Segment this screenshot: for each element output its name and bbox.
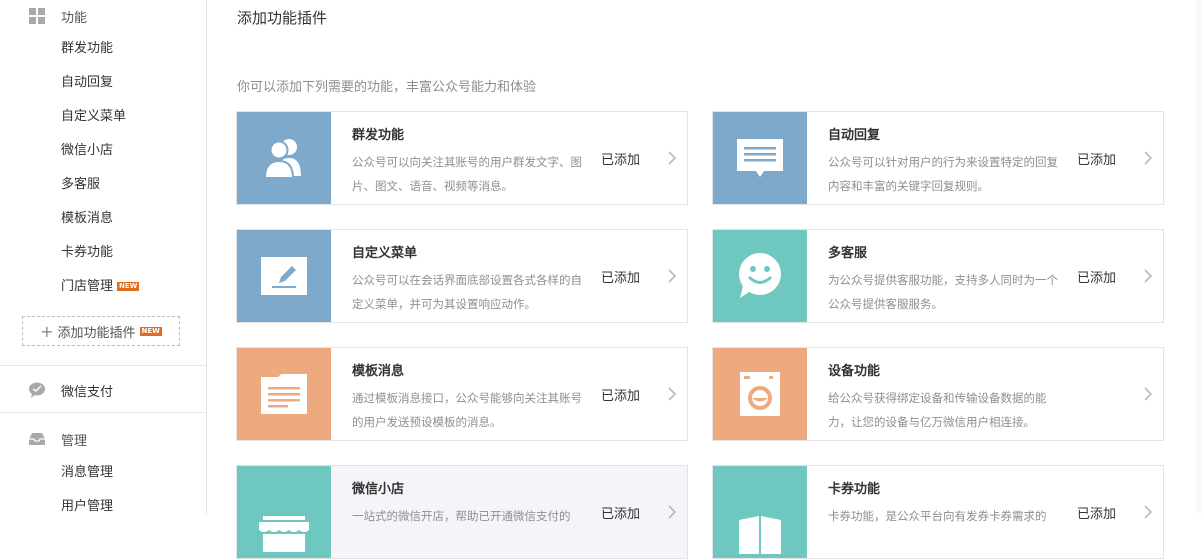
- plugin-description: 公众号可以针对用户的行为来设置特定的回复内容和丰富的关键字回复规则。: [828, 155, 1058, 193]
- inbox-icon: [29, 433, 45, 445]
- section-manage-title: 管理: [61, 433, 88, 449]
- plus-icon: +: [40, 321, 54, 341]
- sidebar-item-wechat-pay[interactable]: 微信支付: [0, 378, 206, 402]
- sidebar-item-template-message[interactable]: 模板消息: [61, 209, 113, 229]
- sidebar-item-label: 自动回复: [61, 75, 114, 90]
- sidebar-item-customer-service[interactable]: 多客服: [61, 175, 100, 195]
- plugin-description: 给公众号获得绑定设备和传输设备数据的能力，让您的设备与亿万微信用户相连接。: [828, 391, 1047, 429]
- page-subtitle: 你可以添加下列需要的功能，丰富公众号能力和体验: [237, 80, 537, 95]
- document-icon: [261, 374, 307, 414]
- plugin-thumb: [237, 466, 331, 558]
- smiley-chat-icon: [739, 253, 781, 298]
- section-features-title: 功能: [61, 10, 88, 26]
- sidebar-item-label: 门店管理: [61, 279, 114, 294]
- plugin-description: 一站式的微信开店，帮助已开通微信支付的: [352, 509, 571, 523]
- add-plugin-label: 添加功能插件: [57, 325, 136, 341]
- plugin-thumb: [237, 112, 331, 204]
- plugin-status: 已添加: [1077, 153, 1117, 168]
- plugin-title: 多客服: [828, 246, 868, 261]
- plugin-title: 自定义菜单: [352, 246, 418, 261]
- new-badge: NEW: [139, 326, 162, 336]
- plugin-card-auto-reply[interactable]: 自动回复 公众号可以针对用户的行为来设置特定的回复内容和丰富的关键字回复规则。 …: [712, 111, 1164, 205]
- sidebar-item-user-management[interactable]: 用户管理: [61, 497, 113, 517]
- users-icon: [263, 139, 301, 179]
- plugin-status: 已添加: [601, 271, 641, 286]
- chevron-right-icon: [668, 505, 677, 519]
- sidebar-item-label: 用户管理: [61, 499, 114, 514]
- plugin-card-wechat-shop[interactable]: 微信小店 一站式的微信开店，帮助已开通微信支付的 已添加: [236, 465, 688, 559]
- page-title: 添加功能插件: [237, 9, 328, 27]
- chat-bubble-icon: [29, 382, 45, 398]
- plugin-card-device[interactable]: 设备功能 给公众号获得绑定设备和传输设备数据的能力，让您的设备与亿万微信用户相连…: [712, 347, 1164, 441]
- plugin-thumb: [713, 230, 807, 322]
- plugin-description: 通过模板消息接口，公众号能够向关注其账号的用户发送预设模板的消息。: [352, 391, 582, 429]
- sidebar-divider: [0, 412, 206, 413]
- sidebar-divider: [0, 365, 206, 366]
- chevron-right-icon: [668, 151, 677, 165]
- sidebar-item-auto-reply[interactable]: 自动回复: [61, 73, 113, 93]
- chevron-right-icon: [1144, 151, 1153, 165]
- plugin-status: 已添加: [1077, 507, 1117, 522]
- plugin-status: 已添加: [1077, 271, 1117, 286]
- plugin-thumb: [713, 466, 807, 558]
- plugin-title: 模板消息: [352, 364, 405, 379]
- sidebar-item-label: 模板消息: [61, 211, 114, 226]
- sidebar-item-wechat-shop[interactable]: 微信小店: [61, 141, 113, 161]
- plugin-thumb: [237, 348, 331, 440]
- sidebar-item-label: 多客服: [61, 177, 101, 192]
- plugin-status: 已添加: [601, 507, 641, 522]
- plugin-title: 卡券功能: [828, 482, 881, 497]
- plugin-title: 群发功能: [352, 128, 405, 143]
- plugin-title: 微信小店: [352, 482, 405, 497]
- plugin-thumb: [713, 348, 807, 440]
- wechat-pay-label: 微信支付: [61, 384, 114, 400]
- plugin-card-custom-menu[interactable]: 自定义菜单 公众号可以在会话界面底部设置各式各样的自定义菜单，并可为其设置响应动…: [236, 229, 688, 323]
- sidebar-item-mass-send[interactable]: 群发功能: [61, 39, 113, 59]
- sidebar-item-coupons[interactable]: 卡券功能: [61, 243, 113, 263]
- plugin-thumb: [713, 112, 807, 204]
- add-plugin-button[interactable]: + 添加功能插件 NEW: [22, 316, 180, 346]
- sidebar-item-message-management[interactable]: 消息管理: [61, 463, 113, 483]
- plugin-status: 已添加: [601, 389, 641, 404]
- sidebar-item-store-management[interactable]: 门店管理 NEW: [61, 277, 140, 297]
- sidebar: 功能 群发功能 自动回复 自定义菜单 微信小店 多客服 模板消息 卡券功能 门店…: [0, 0, 207, 514]
- washing-machine-icon: [740, 372, 780, 416]
- sidebar-item-label: 自定义菜单: [61, 109, 127, 124]
- plugin-description: 卡券功能，是公众平台向有发券卡券需求的: [828, 509, 1047, 523]
- new-badge: NEW: [117, 282, 140, 291]
- sidebar-item-label: 消息管理: [61, 465, 114, 480]
- shop-icon: [259, 516, 309, 552]
- plugin-description: 公众号可以在会话界面底部设置各式各样的自定义菜单，并可为其设置响应动作。: [352, 273, 582, 311]
- sidebar-item-custom-menu[interactable]: 自定义菜单: [61, 107, 126, 127]
- plugin-description: 为公众号提供客服功能，支持多人同时为一个公众号提供客服服务。: [828, 273, 1058, 311]
- scrollbar-track[interactable]: [1196, 0, 1202, 514]
- plugin-card-template-message[interactable]: 模板消息 通过模板消息接口，公众号能够向关注其账号的用户发送预设模板的消息。 已…: [236, 347, 688, 441]
- plugin-card-customer-service[interactable]: 多客服 为公众号提供客服功能，支持多人同时为一个公众号提供客服服务。 已添加: [712, 229, 1164, 323]
- edit-icon: [261, 257, 307, 295]
- plugin-title: 自动回复: [828, 128, 881, 143]
- plugin-thumb: [237, 230, 331, 322]
- section-features: 功能: [0, 4, 206, 28]
- message-box-icon: [737, 139, 783, 177]
- chevron-right-icon: [668, 387, 677, 401]
- plugin-description: 公众号可以向关注其账号的用户群发文字、图片、图文、语音、视频等消息。: [352, 155, 582, 193]
- chevron-right-icon: [1144, 505, 1153, 519]
- sidebar-item-label: 群发功能: [61, 41, 114, 56]
- grid-icon: [29, 8, 45, 24]
- card-icon: [739, 516, 781, 554]
- sidebar-item-label: 卡券功能: [61, 245, 114, 260]
- main-content: 添加功能插件 你可以添加下列需要的功能，丰富公众号能力和体验 群发功能 公众号可…: [207, 0, 1202, 559]
- section-manage: 管理: [0, 427, 206, 451]
- plugin-status: 已添加: [601, 153, 641, 168]
- chevron-right-icon: [1144, 387, 1153, 401]
- chevron-right-icon: [668, 269, 677, 283]
- chevron-right-icon: [1144, 269, 1153, 283]
- plugin-title: 设备功能: [828, 364, 881, 379]
- sidebar-item-label: 微信小店: [61, 143, 114, 158]
- plugin-card-coupons[interactable]: 卡券功能 卡券功能，是公众平台向有发券卡券需求的 已添加: [712, 465, 1164, 559]
- plugin-card-mass-send[interactable]: 群发功能 公众号可以向关注其账号的用户群发文字、图片、图文、语音、视频等消息。 …: [236, 111, 688, 205]
